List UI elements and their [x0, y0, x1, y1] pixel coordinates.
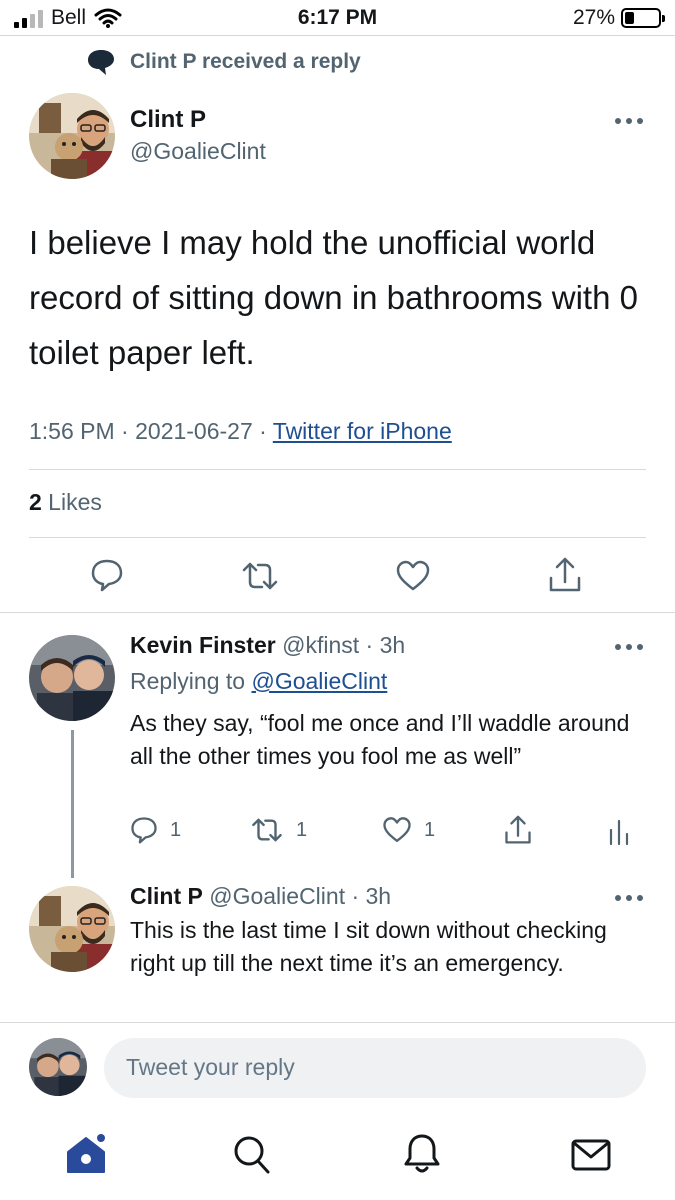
divider [29, 469, 646, 470]
reply-compose-input[interactable]: Tweet your reply [104, 1038, 646, 1098]
search-icon[interactable] [232, 1134, 272, 1176]
reply2-header: Clint P @GoalieClint · 3h [130, 883, 391, 910]
meta-separator: · [252, 418, 273, 444]
reply2-author-name[interactable]: Clint P [130, 883, 203, 909]
author-handle[interactable]: @GoalieClint [130, 138, 266, 165]
reply1-like-action[interactable]: 1 [382, 816, 435, 844]
notification-context: Clint P received a reply [86, 48, 361, 76]
reply2-handle-time[interactable]: @GoalieClint · 3h [203, 883, 391, 909]
analytics-icon[interactable] [608, 818, 630, 846]
retweet-icon[interactable] [240, 560, 280, 592]
meta-separator: · [114, 418, 136, 444]
reply2-text: This is the last time I sit down without… [130, 917, 607, 976]
status-bar: Bell 6:17 PM 27% [0, 0, 675, 36]
reply-icon[interactable] [90, 558, 124, 592]
heart-icon[interactable] [382, 816, 412, 844]
home-icon[interactable] [64, 1132, 108, 1176]
more-options-icon[interactable] [615, 644, 643, 652]
replying-to-link[interactable]: @GoalieClint [251, 668, 387, 694]
heart-icon[interactable] [395, 560, 431, 592]
kevin-avatar[interactable] [29, 635, 115, 721]
reply-icon[interactable] [130, 816, 158, 844]
likes-count[interactable]: 2 Likes [29, 489, 102, 516]
battery-percent: 27% [572, 6, 615, 29]
reply1-retweet-count: 1 [296, 818, 308, 841]
likes-number: 2 [29, 489, 42, 515]
likes-label: Likes [41, 489, 102, 515]
clint-avatar[interactable] [29, 886, 115, 972]
status-right: 27% [572, 6, 665, 30]
tweet-source-link[interactable]: Twitter for iPhone [273, 418, 452, 444]
context-label: Clint P received a reply [130, 50, 361, 73]
tweet-text: I believe I may hold the unofficial worl… [29, 224, 638, 371]
reply1-handle-time[interactable]: @kfinst · 3h [276, 632, 405, 658]
replying-to: Replying to @GoalieClint [130, 668, 387, 695]
more-options-icon[interactable] [615, 895, 643, 903]
bell-icon[interactable] [402, 1132, 442, 1176]
speech-bubble-icon [88, 50, 114, 75]
battery-fill [625, 12, 634, 24]
my-avatar[interactable] [29, 1038, 87, 1096]
reply1-reply-action[interactable]: 1 [130, 816, 181, 844]
reply1-text: As they say, “fool me once and I’ll wadd… [130, 710, 630, 769]
clint-avatar[interactable] [29, 93, 115, 179]
tweet-meta: 1:56 PM · 2021-06-27 · Twitter for iPhon… [29, 418, 452, 445]
more-options-icon[interactable] [615, 118, 643, 126]
share-icon[interactable] [504, 814, 532, 846]
battery-icon [621, 8, 665, 28]
reply1-author-name[interactable]: Kevin Finster [130, 632, 276, 658]
reply1-retweet-action[interactable]: 1 [250, 816, 307, 844]
mail-icon[interactable] [570, 1138, 612, 1172]
reply1-header: Kevin Finster @kfinst · 3h [130, 632, 405, 659]
divider [29, 537, 646, 538]
divider [0, 1022, 675, 1023]
replying-prefix: Replying to [130, 668, 252, 694]
share-icon[interactable] [548, 556, 582, 594]
reply1-like-count: 1 [424, 818, 436, 841]
tweet-time: 1:56 PM [29, 418, 115, 444]
reply1-reply-count: 1 [170, 818, 182, 841]
thread-line [71, 730, 74, 878]
divider [0, 612, 675, 613]
tweet-date: 2021-06-27 [135, 418, 253, 444]
author-name[interactable]: Clint P [130, 106, 206, 134]
retweet-icon[interactable] [250, 816, 284, 844]
